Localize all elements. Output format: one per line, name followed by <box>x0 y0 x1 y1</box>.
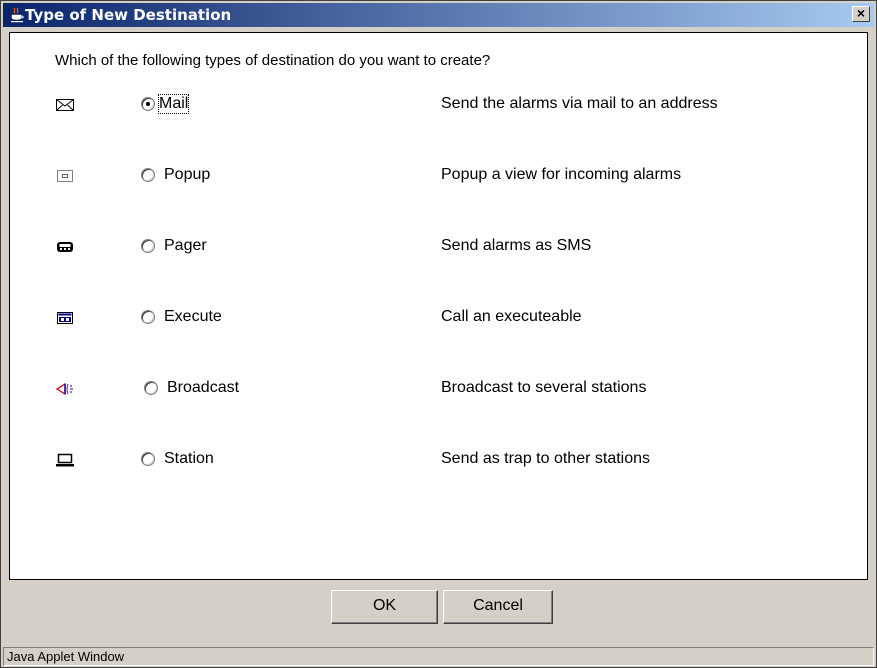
broadcast-icon <box>54 379 76 399</box>
radio-mail[interactable] <box>141 97 155 111</box>
option-label-mail[interactable]: Mail <box>157 94 190 114</box>
option-description-pager: Send alarms as SMS <box>441 237 592 254</box>
dialog-window: Type of New Destination × Which of the f… <box>0 0 877 668</box>
java-cup-icon <box>9 7 25 23</box>
station-icon <box>54 450 76 470</box>
radio-popup[interactable] <box>141 168 155 182</box>
popup-window-icon <box>54 166 76 186</box>
destination-panel: Which of the following types of destinat… <box>9 32 868 580</box>
option-row-popup: Popup Popup a view for incoming alarms <box>10 159 867 193</box>
close-button[interactable]: × <box>852 6 870 22</box>
radio-execute[interactable] <box>141 310 155 324</box>
option-row-execute: Execute Call an executeable <box>10 301 867 335</box>
option-row-pager: Pager Send alarms as SMS <box>10 230 867 264</box>
option-label-execute[interactable]: Execute <box>164 308 222 326</box>
option-label-station[interactable]: Station <box>164 450 214 468</box>
radio-selected-dot <box>146 102 150 106</box>
status-bar: Java Applet Window <box>3 647 874 666</box>
window-title: Type of New Destination <box>25 6 232 24</box>
option-label-broadcast[interactable]: Broadcast <box>167 379 239 397</box>
option-label-popup[interactable]: Popup <box>164 166 210 184</box>
option-row-broadcast: Broadcast Broadcast to several stations <box>10 372 867 406</box>
option-description-station: Send as trap to other stations <box>441 450 651 467</box>
option-description-broadcast: Broadcast to several stations <box>441 379 647 396</box>
radio-broadcast[interactable] <box>144 381 158 395</box>
option-description-execute: Call an executeable <box>441 308 582 325</box>
status-text: Java Applet Window <box>7 649 125 664</box>
ok-button[interactable]: OK <box>331 590 438 624</box>
close-icon: × <box>856 5 866 21</box>
question-text: Which of the following types of destinat… <box>55 52 491 69</box>
radio-pager[interactable] <box>141 239 155 253</box>
option-row-station: Station Send as trap to other stations <box>10 443 867 477</box>
option-description-mail: Send the alarms via mail to an address <box>441 95 718 112</box>
option-description-popup: Popup a view for incoming alarms <box>441 166 682 183</box>
title-bar[interactable]: Type of New Destination × <box>3 3 874 27</box>
pager-icon <box>54 237 76 257</box>
option-row-mail: Mail Send the alarms via mail to an addr… <box>10 88 867 122</box>
option-label-pager[interactable]: Pager <box>164 237 207 255</box>
executable-icon <box>54 308 76 328</box>
cancel-button[interactable]: Cancel <box>443 590 553 624</box>
envelope-icon <box>54 95 76 115</box>
radio-station[interactable] <box>141 452 155 466</box>
